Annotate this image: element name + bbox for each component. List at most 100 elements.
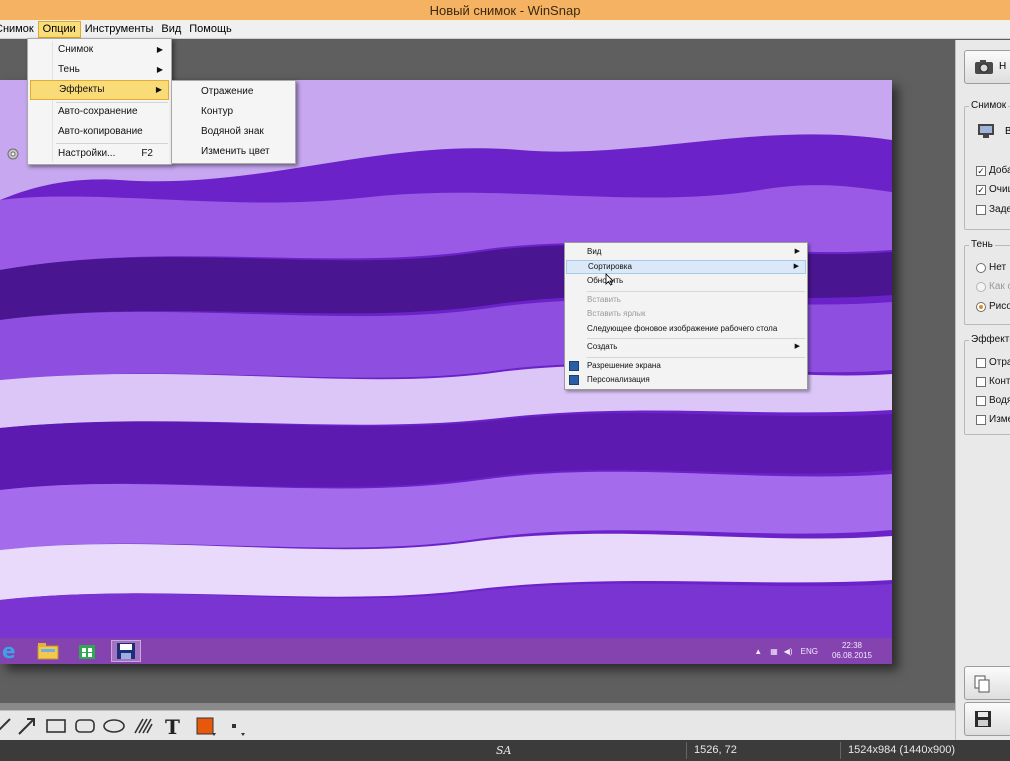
save-button[interactable] bbox=[964, 702, 1010, 736]
ellipse-tool-icon[interactable] bbox=[101, 715, 127, 737]
effects-option-watermark[interactable]: Водя bbox=[976, 395, 1010, 406]
volume-icon[interactable]: ◀) bbox=[784, 647, 793, 656]
options-item-shadow[interactable]: Тень ▶ bbox=[30, 60, 169, 80]
option-label: Очищ bbox=[989, 184, 1010, 195]
option-label: Как с bbox=[989, 281, 1010, 292]
menu-item-label: Снимок bbox=[58, 44, 94, 55]
line-width-icon[interactable] bbox=[222, 715, 248, 737]
svg-text:T: T bbox=[165, 716, 180, 736]
tray-chevron-icon[interactable]: ▲ bbox=[754, 647, 762, 656]
clock-date: 06.08.2015 bbox=[831, 651, 872, 660]
winsnap-taskbar-icon[interactable] bbox=[111, 640, 141, 662]
ctx-item-label: Вставить bbox=[587, 295, 621, 304]
menu-options[interactable]: Опции bbox=[37, 20, 81, 38]
effects-item-change-color[interactable]: Изменить цвет bbox=[174, 142, 293, 162]
window-title: Новый снимок - WinSnap bbox=[429, 2, 581, 18]
ctx-item-next-background[interactable]: Следующее фоновое изображение рабочего с… bbox=[566, 322, 806, 336]
radio-off[interactable] bbox=[976, 262, 986, 273]
options-item-settings[interactable]: Настройки... F2 bbox=[7, 144, 169, 164]
menu-item-label: Тень bbox=[58, 64, 80, 75]
status-separator bbox=[686, 742, 687, 759]
options-item-auto-save[interactable]: Авто-сохранение bbox=[30, 102, 169, 122]
radio-on[interactable] bbox=[976, 301, 986, 312]
option-label: Заде bbox=[989, 204, 1010, 215]
menu-view[interactable]: Вид bbox=[157, 21, 185, 38]
ctx-item-label: Персонализация bbox=[587, 375, 650, 384]
color-picker-icon[interactable] bbox=[193, 715, 219, 737]
copy-button[interactable] bbox=[964, 666, 1010, 700]
menu-help[interactable]: Помощь bbox=[185, 21, 236, 38]
text-tool-icon[interactable]: T bbox=[159, 715, 185, 737]
ctx-item-refresh[interactable]: Обновить bbox=[566, 274, 806, 288]
checkbox-unchecked[interactable] bbox=[976, 357, 986, 368]
ctx-item-screen-resolution[interactable]: Разрешение экрана bbox=[566, 359, 806, 373]
ctx-item-paste-shortcut: Вставить ярлык bbox=[566, 307, 806, 321]
option-label: Водя bbox=[989, 395, 1010, 406]
display-icon bbox=[569, 361, 579, 371]
snapshot-option-clear[interactable]: ✓Очищ bbox=[976, 184, 1010, 195]
snapshot-option-add[interactable]: ✓Доба bbox=[976, 165, 1010, 176]
options-item-auto-copy[interactable]: Авто-копирование bbox=[30, 122, 169, 142]
file-explorer-icon[interactable] bbox=[33, 640, 63, 662]
personalize-icon bbox=[569, 375, 579, 385]
drawing-toolbar: T bbox=[0, 710, 955, 740]
ctx-item-new[interactable]: Создать ▶ bbox=[566, 340, 806, 354]
effects-option-outline[interactable]: Конт bbox=[976, 376, 1010, 387]
submenu-arrow-icon: ▶ bbox=[794, 248, 800, 255]
option-label: Рисов bbox=[989, 301, 1010, 312]
menu-tools[interactable]: Инструменты bbox=[81, 21, 158, 38]
menu-item-label: Авто-копирование bbox=[58, 126, 143, 137]
checkbox-unchecked[interactable] bbox=[976, 204, 986, 215]
shadow-option-none[interactable]: Нет bbox=[976, 262, 1006, 273]
checkbox-unchecked[interactable] bbox=[976, 376, 986, 387]
rounded-rectangle-tool-icon[interactable] bbox=[72, 715, 98, 737]
ctx-item-personalization[interactable]: Персонализация bbox=[566, 373, 806, 387]
ctx-item-sort[interactable]: Сортировка ▶ bbox=[566, 260, 806, 274]
rectangle-tool-icon[interactable] bbox=[43, 715, 69, 737]
language-indicator[interactable]: ENG bbox=[801, 647, 818, 656]
hatch-tool-icon[interactable] bbox=[130, 715, 156, 737]
menu-snapshot[interactable]: Снимок bbox=[0, 21, 38, 38]
radio-disabled bbox=[976, 281, 986, 292]
ctx-item-label: Сортировка bbox=[588, 262, 632, 271]
checkbox-unchecked[interactable] bbox=[976, 414, 986, 425]
effects-option-change-color[interactable]: Измен bbox=[976, 414, 1010, 425]
monitor-icon[interactable] bbox=[977, 123, 995, 139]
network-icon[interactable]: ▦ bbox=[770, 647, 778, 656]
status-bar: SA 1526, 72 1524x984 (1440x900) bbox=[0, 740, 1010, 761]
snapshot-group-title: Снимок bbox=[969, 100, 1009, 111]
options-item-snapshot[interactable]: Снимок ▶ bbox=[30, 40, 169, 60]
status-signature: SA bbox=[496, 744, 512, 757]
effects-item-watermark[interactable]: Водяной знак bbox=[174, 122, 293, 142]
effects-option-reflection[interactable]: Отра bbox=[976, 357, 1010, 368]
options-item-effects[interactable]: Эффекты ▶ bbox=[30, 80, 169, 100]
option-label: Доба bbox=[989, 165, 1010, 176]
checkbox-unchecked[interactable] bbox=[976, 395, 986, 406]
checkbox-checked[interactable]: ✓ bbox=[976, 165, 986, 176]
snapshot-mode-label: В bbox=[1005, 126, 1010, 137]
menu-bar: Снимок Опции Инструменты Вид Помощь bbox=[0, 20, 1010, 39]
submenu-arrow-icon: ▶ bbox=[794, 343, 800, 350]
store-icon[interactable] bbox=[72, 640, 102, 662]
clock[interactable]: 22:38 06.08.2015 bbox=[822, 641, 892, 661]
checkbox-checked[interactable]: ✓ bbox=[976, 184, 986, 195]
shadow-group: Тень Нет Как с Рисов bbox=[964, 239, 1010, 325]
option-label: Отра bbox=[989, 357, 1010, 368]
clock-time: 22:38 bbox=[841, 641, 862, 650]
menu-shortcut: F2 bbox=[141, 148, 153, 159]
option-label: Измен bbox=[989, 414, 1010, 425]
option-label: Нет bbox=[989, 262, 1007, 273]
ctx-item-view[interactable]: Вид ▶ bbox=[566, 245, 806, 259]
submenu-arrow-icon: ▶ bbox=[155, 85, 162, 94]
horizontal-scrollbar[interactable] bbox=[0, 703, 955, 710]
shadow-option-draw[interactable]: Рисов bbox=[976, 301, 1010, 312]
snapshot-option-delay[interactable]: Заде bbox=[976, 204, 1010, 215]
effects-item-reflection[interactable]: Отражение bbox=[174, 82, 293, 102]
ctx-item-label: Создать bbox=[587, 342, 618, 351]
new-snapshot-button[interactable]: Н bbox=[964, 50, 1010, 84]
right-panel: Н Снимок В ✓Доба ✓Очищ Заде Тень Нет Как… bbox=[955, 40, 1010, 740]
desktop-context-menu: Вид ▶ Сортировка ▶ Обновить Вставить Встав… bbox=[564, 242, 808, 390]
arrow-tool-icon[interactable] bbox=[14, 715, 40, 737]
effects-item-outline[interactable]: Контур bbox=[174, 102, 293, 122]
internet-explorer-icon[interactable]: e bbox=[0, 640, 24, 662]
